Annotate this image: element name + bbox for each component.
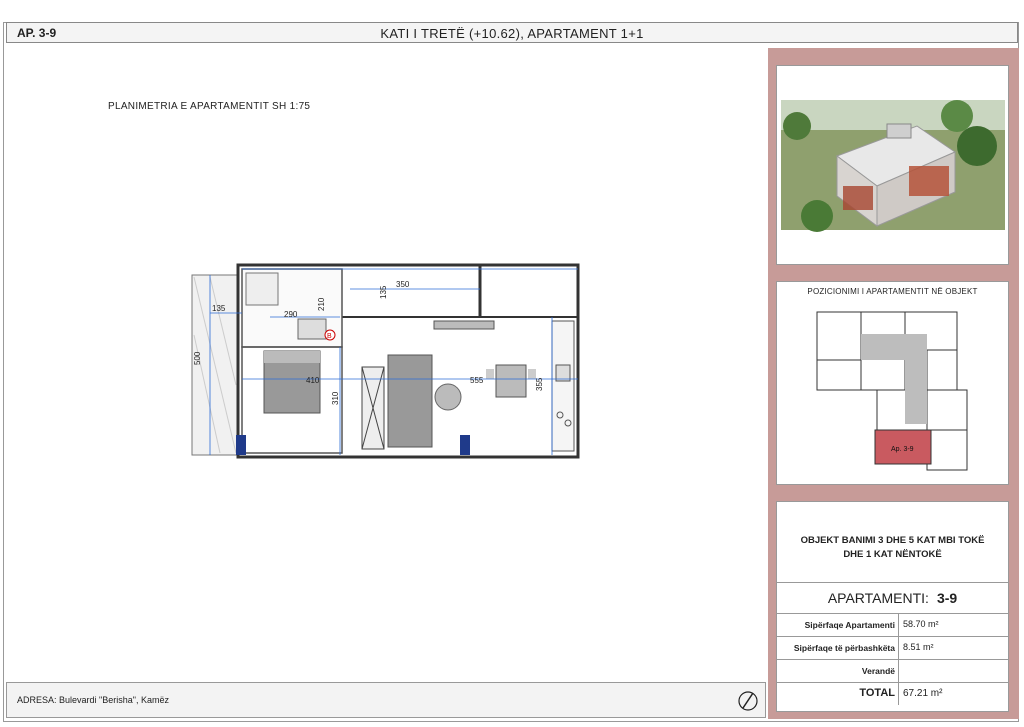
floor-plan: B 350 290 135 500 410 555 355 310 135 21… (191, 263, 580, 459)
apartment-info: OBJEKT BANIMI 3 DHE 5 KAT MBI TOKË DHE 1… (776, 501, 1009, 712)
area-value: 58.70 m² (898, 613, 939, 636)
area-key: Sipërfaqe Apartamenti (804, 620, 895, 630)
object-line2: DHE 1 KAT NËNTOKË (843, 549, 942, 560)
position-box: POZICIONIMI I APARTAMENTIT NË OBJEKT Ap.… (776, 281, 1009, 485)
dim-label: 555 (470, 376, 484, 385)
object-line1: OBJEKT BANIMI 3 DHE 5 KAT MBI TOKË (800, 535, 985, 546)
dim-label: 350 (396, 280, 410, 289)
dim-label: 500 (193, 351, 202, 365)
dining-table (495, 364, 527, 398)
apartment-number: 3-9 (936, 590, 958, 606)
address-text: ADRESA: Bulevardi "Berisha", Kamëz (17, 695, 169, 705)
info-panel: POZICIONIMI I APARTAMENTIT NË OBJEKT Ap.… (768, 48, 1019, 719)
area-row: Verandë (777, 659, 1008, 683)
dim-label: 210 (317, 297, 326, 311)
dim-label: 290 (284, 310, 298, 319)
dim-label: 310 (331, 391, 340, 405)
area-row: Sipërfaqe të përbashkëta 8.51 m² (777, 636, 1008, 660)
dim-label: 355 (535, 377, 544, 391)
object-description: OBJEKT BANIMI 3 DHE 5 KAT MBI TOKË DHE 1… (777, 534, 1008, 562)
position-unit-label: Ap. 3-9 (891, 446, 914, 453)
column-left (236, 435, 246, 455)
plan-label: PLANIMETRIA E APARTAMENTIT SH 1:75 (108, 101, 311, 112)
page-title: KATI I TRETË (+10.62), APARTAMENT 1+1 (380, 26, 644, 41)
position-diagram: Ap. 3-9 (816, 311, 968, 471)
column-mid (460, 435, 470, 455)
area-value (898, 659, 903, 682)
total-value: 67.21 m² (898, 682, 942, 705)
sofa (387, 354, 433, 448)
total-row: TOTAL 67.21 m² (777, 682, 1008, 705)
position-title: POZICIONIMI I APARTAMENTIT NË OBJEKT (807, 287, 978, 296)
area-row: Sipërfaqe Apartamenti 58.70 m² (777, 613, 1008, 637)
area-key: Sipërfaqe të përbashkëta (793, 643, 895, 653)
building-image (781, 100, 1005, 232)
apartment-label: APARTAMENTI: (827, 590, 929, 606)
dim-label: 135 (379, 285, 388, 299)
dim-label: 135 (212, 304, 226, 313)
address-bar: ADRESA: Bulevardi "Berisha", Kamëz (6, 682, 766, 718)
north-arrow-icon (738, 691, 758, 711)
area-key: Verandë (861, 666, 895, 676)
bathroom-marker: B (327, 333, 332, 340)
area-value: 8.51 m² (898, 636, 934, 659)
building-render (776, 65, 1009, 265)
total-key: TOTAL (859, 687, 895, 699)
dim-label: 410 (306, 376, 320, 385)
kitchen-counter (551, 320, 575, 452)
header-bar: AP. 3-9 KATI I TRETË (+10.62), APARTAMEN… (6, 22, 1018, 43)
apartment-heading: APARTAMENTI: 3-9 (777, 582, 1008, 614)
